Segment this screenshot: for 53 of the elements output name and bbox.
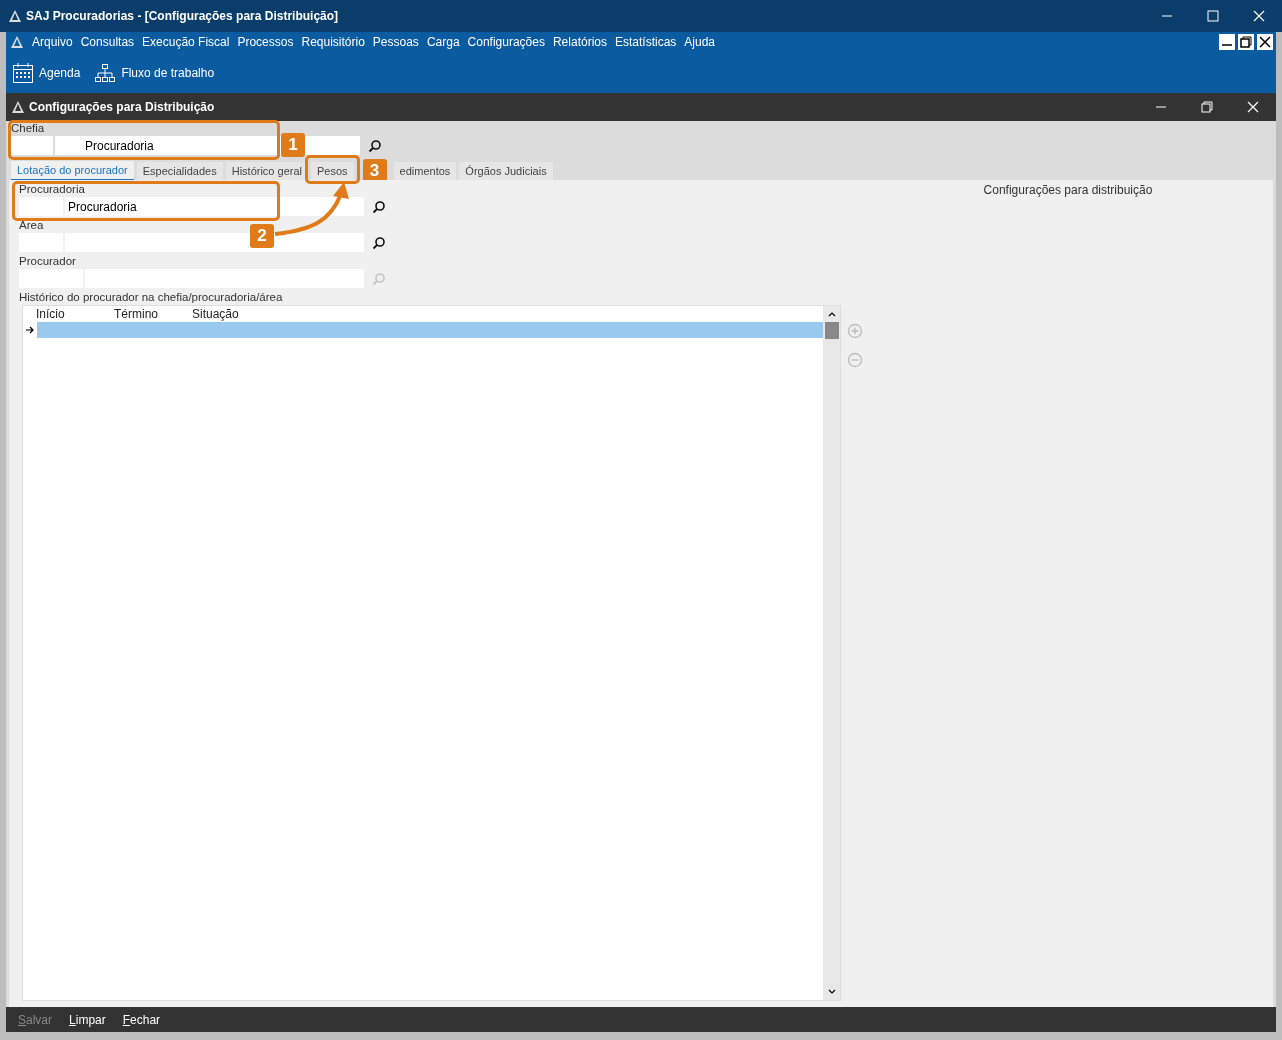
- column-header: Situação: [192, 307, 240, 321]
- minimize-icon[interactable]: [1219, 34, 1235, 50]
- window-title: SAJ Procuradorias - [Configurações para Distribuição]: [26, 9, 339, 23]
- toolbar-button[interactable]: Fluxo de trabalho: [94, 62, 215, 83]
- step-badge: 3: [362, 159, 387, 183]
- menu-item[interactable]: Pessoas: [368, 35, 423, 49]
- field-label: Procurador: [19, 255, 77, 268]
- search-icon[interactable]: [372, 235, 386, 250]
- child-window-title: Configurações para Distribuição: [29, 100, 215, 114]
- column-header: Início: [36, 307, 66, 321]
- hierarchy-icon: [94, 62, 117, 83]
- tab[interactable]: Especialidades: [136, 162, 223, 180]
- app-logo-icon: [11, 100, 25, 114]
- section-title: Configurações para distribuição: [983, 183, 1153, 197]
- app-logo-icon: [8, 9, 22, 23]
- grid-label: Histórico do procurador na chefia/procuradoria/área: [19, 291, 284, 304]
- footer-button[interactable]: Fechar: [122, 1012, 161, 1027]
- menu-item[interactable]: Processos: [233, 35, 298, 49]
- field-label: Área: [19, 219, 45, 232]
- menu-item[interactable]: Ajuda: [680, 35, 720, 49]
- search-icon[interactable]: [368, 138, 382, 153]
- menu-item[interactable]: Consultas: [76, 35, 139, 49]
- tab[interactable]: edimentos: [393, 162, 457, 180]
- tab[interactable]: Pesos: [311, 162, 354, 180]
- menu-item[interactable]: Arquivo: [28, 35, 77, 49]
- tab[interactable]: Histórico geral: [225, 162, 308, 180]
- step-badge: 1: [281, 133, 305, 157]
- remove-icon[interactable]: [847, 352, 863, 368]
- tab[interactable]: Lotação do procurador: [11, 161, 134, 180]
- menu-item[interactable]: Requisitório: [297, 35, 369, 49]
- name-field[interactable]: Procuradoria: [65, 197, 364, 216]
- step-badge: 2: [250, 224, 274, 248]
- field-label: Procuradoria: [19, 183, 86, 196]
- add-icon[interactable]: [847, 323, 863, 339]
- column-header: Término: [114, 307, 159, 321]
- restore-icon[interactable]: [1238, 34, 1254, 50]
- search-icon[interactable]: [372, 199, 386, 214]
- close-icon[interactable]: [1257, 34, 1273, 50]
- menu-item[interactable]: Configurações: [463, 35, 549, 49]
- menu-item[interactable]: Execução Fiscal: [138, 35, 234, 49]
- menu-item[interactable]: Relatórios: [548, 35, 611, 49]
- menu-item[interactable]: Carga: [422, 35, 464, 49]
- tab[interactable]: Órgãos Judiciais: [459, 162, 553, 180]
- footer-button[interactable]: Limpar: [69, 1012, 106, 1027]
- toolbar-button[interactable]: Agenda: [12, 61, 81, 84]
- scroll-thumb[interactable]: [824, 322, 839, 339]
- menu-item[interactable]: Estatísticas: [611, 35, 681, 49]
- code-field[interactable]: [9, 136, 53, 155]
- arrow-icon: [25, 325, 35, 335]
- app-logo-icon: [10, 35, 24, 49]
- scrollbar[interactable]: [823, 306, 840, 1000]
- field-label: Chefia: [10, 122, 46, 135]
- calendar-icon: [12, 61, 34, 84]
